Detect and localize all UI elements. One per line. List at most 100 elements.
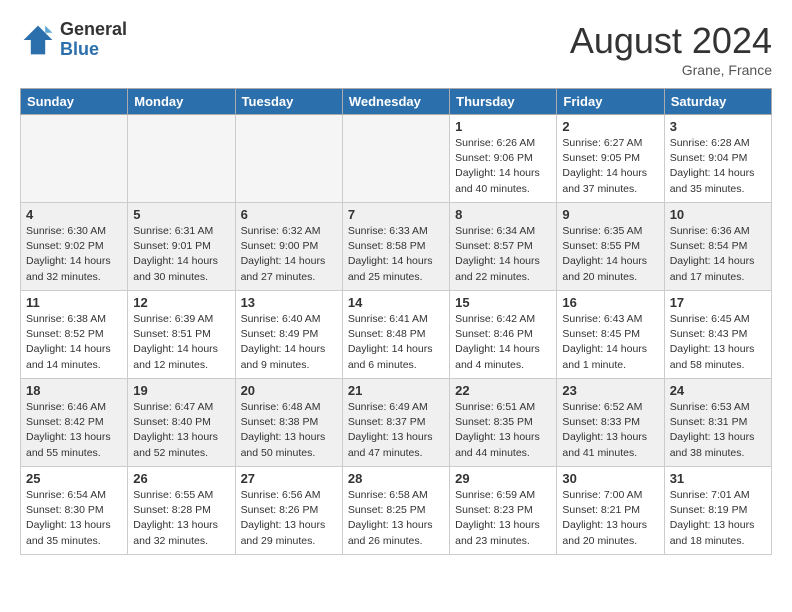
- day-info: Sunrise: 6:41 AM Sunset: 8:48 PM Dayligh…: [348, 312, 444, 373]
- calendar-week-row: 18 Sunrise: 6:46 AM Sunset: 8:42 PM Dayli…: [21, 379, 772, 467]
- day-info: Sunrise: 6:28 AM Sunset: 9:04 PM Dayligh…: [670, 136, 766, 197]
- day-info: Sunrise: 6:59 AM Sunset: 8:23 PM Dayligh…: [455, 488, 551, 549]
- day-number: 9: [562, 207, 658, 222]
- calendar-cell: 24Sunrise: 6:53 AM Sunset: 8:31 PM Dayli…: [664, 379, 771, 467]
- day-info: Sunrise: 6:48 AM Sunset: 8:38 PM Dayligh…: [241, 400, 337, 461]
- weekday-header: Sunday: [21, 89, 128, 115]
- day-info: Sunrise: 6:43 AM Sunset: 8:45 PM Dayligh…: [562, 312, 658, 373]
- calendar-cell: 12Sunrise: 6:39 AM Sunset: 8:51 PM Dayli…: [128, 291, 235, 379]
- day-number: 20: [241, 383, 337, 398]
- calendar-cell: 31 Sunrise: 7:01 AM Sunset: 8:19 PM Dayli…: [664, 467, 771, 555]
- day-info: Sunrise: 6:36 AM Sunset: 8:54 PM Dayligh…: [670, 224, 766, 285]
- calendar-table: SundayMondayTuesdayWednesdayThursdayFrid…: [20, 88, 772, 555]
- day-number: 18: [26, 383, 122, 398]
- calendar-cell: 7 Sunrise: 6:33 AM Sunset: 8:58 PM Daylig…: [342, 203, 449, 291]
- calendar-cell: 11 Sunrise: 6:38 AM Sunset: 8:52 PM Dayli…: [21, 291, 128, 379]
- day-number: 8: [455, 207, 551, 222]
- month-title: August 2024: [570, 20, 772, 62]
- day-info: Sunrise: 6:31 AM Sunset: 9:01 PM Dayligh…: [133, 224, 229, 285]
- calendar-cell: [21, 115, 128, 203]
- day-number: 1: [455, 119, 551, 134]
- calendar-cell: [342, 115, 449, 203]
- calendar-cell: [235, 115, 342, 203]
- location: Grane, France: [570, 62, 772, 78]
- calendar-cell: 5 Sunrise: 6:31 AM Sunset: 9:01 PM Daylig…: [128, 203, 235, 291]
- day-number: 15: [455, 295, 551, 310]
- day-number: 3: [670, 119, 766, 134]
- weekday-header: Monday: [128, 89, 235, 115]
- day-number: 29: [455, 471, 551, 486]
- day-info: Sunrise: 6:35 AM Sunset: 8:55 PM Dayligh…: [562, 224, 658, 285]
- calendar-week-row: 11 Sunrise: 6:38 AM Sunset: 8:52 PM Dayli…: [21, 291, 772, 379]
- calendar-cell: 30 Sunrise: 7:00 AM Sunset: 8:21 PM Dayli…: [557, 467, 664, 555]
- day-info: Sunrise: 6:42 AM Sunset: 8:46 PM Dayligh…: [455, 312, 551, 373]
- calendar-cell: 9 Sunrise: 6:35 AM Sunset: 8:55 PM Daylig…: [557, 203, 664, 291]
- weekday-header: Thursday: [450, 89, 557, 115]
- logo-general-text: General: [60, 20, 127, 40]
- day-info: Sunrise: 6:40 AM Sunset: 8:49 PM Dayligh…: [241, 312, 337, 373]
- logo: General Blue: [20, 20, 127, 60]
- calendar-cell: 3 Sunrise: 6:28 AM Sunset: 9:04 PM Daylig…: [664, 115, 771, 203]
- calendar-cell: 2 Sunrise: 6:27 AM Sunset: 9:05 PM Daylig…: [557, 115, 664, 203]
- day-info: Sunrise: 6:27 AM Sunset: 9:05 PM Dayligh…: [562, 136, 658, 197]
- calendar-cell: 22Sunrise: 6:51 AM Sunset: 8:35 PM Dayli…: [450, 379, 557, 467]
- logo-blue-text: Blue: [60, 40, 127, 60]
- day-number: 5: [133, 207, 229, 222]
- day-number: 10: [670, 207, 766, 222]
- calendar-cell: 16 Sunrise: 6:43 AM Sunset: 8:45 PM Dayli…: [557, 291, 664, 379]
- day-info: Sunrise: 6:58 AM Sunset: 8:25 PM Dayligh…: [348, 488, 444, 549]
- day-info: Sunrise: 6:46 AM Sunset: 8:42 PM Dayligh…: [26, 400, 122, 461]
- calendar-cell: 18 Sunrise: 6:46 AM Sunset: 8:42 PM Dayli…: [21, 379, 128, 467]
- day-info: Sunrise: 6:49 AM Sunset: 8:37 PM Dayligh…: [348, 400, 444, 461]
- day-number: 6: [241, 207, 337, 222]
- calendar-cell: 21Sunrise: 6:49 AM Sunset: 8:37 PM Dayli…: [342, 379, 449, 467]
- day-info: Sunrise: 7:00 AM Sunset: 8:21 PM Dayligh…: [562, 488, 658, 549]
- day-number: 11: [26, 295, 122, 310]
- day-number: 16: [562, 295, 658, 310]
- day-info: Sunrise: 6:32 AM Sunset: 9:00 PM Dayligh…: [241, 224, 337, 285]
- day-info: Sunrise: 6:45 AM Sunset: 8:43 PM Dayligh…: [670, 312, 766, 373]
- day-number: 30: [562, 471, 658, 486]
- day-info: Sunrise: 6:33 AM Sunset: 8:58 PM Dayligh…: [348, 224, 444, 285]
- calendar-cell: 1Sunrise: 6:26 AM Sunset: 9:06 PM Daylig…: [450, 115, 557, 203]
- day-number: 22: [455, 383, 551, 398]
- day-info: Sunrise: 6:54 AM Sunset: 8:30 PM Dayligh…: [26, 488, 122, 549]
- day-info: Sunrise: 6:47 AM Sunset: 8:40 PM Dayligh…: [133, 400, 229, 461]
- day-info: Sunrise: 6:30 AM Sunset: 9:02 PM Dayligh…: [26, 224, 122, 285]
- calendar-cell: 6 Sunrise: 6:32 AM Sunset: 9:00 PM Daylig…: [235, 203, 342, 291]
- day-number: 7: [348, 207, 444, 222]
- title-block: August 2024 Grane, France: [570, 20, 772, 78]
- calendar-cell: 19Sunrise: 6:47 AM Sunset: 8:40 PM Dayli…: [128, 379, 235, 467]
- day-info: Sunrise: 6:56 AM Sunset: 8:26 PM Dayligh…: [241, 488, 337, 549]
- weekday-header: Friday: [557, 89, 664, 115]
- calendar-cell: 28 Sunrise: 6:58 AM Sunset: 8:25 PM Dayli…: [342, 467, 449, 555]
- logo-icon: [20, 22, 56, 58]
- weekday-header-row: SundayMondayTuesdayWednesdayThursdayFrid…: [21, 89, 772, 115]
- day-info: Sunrise: 6:53 AM Sunset: 8:31 PM Dayligh…: [670, 400, 766, 461]
- weekday-header: Saturday: [664, 89, 771, 115]
- calendar-week-row: 25Sunrise: 6:54 AM Sunset: 8:30 PM Dayli…: [21, 467, 772, 555]
- calendar-cell: 26Sunrise: 6:55 AM Sunset: 8:28 PM Dayli…: [128, 467, 235, 555]
- day-number: 2: [562, 119, 658, 134]
- day-info: Sunrise: 7:01 AM Sunset: 8:19 PM Dayligh…: [670, 488, 766, 549]
- page-header: General Blue August 2024 Grane, France: [20, 20, 772, 78]
- day-info: Sunrise: 6:39 AM Sunset: 8:51 PM Dayligh…: [133, 312, 229, 373]
- calendar-cell: 20 Sunrise: 6:48 AM Sunset: 8:38 PM Dayli…: [235, 379, 342, 467]
- day-number: 14: [348, 295, 444, 310]
- day-number: 13: [241, 295, 337, 310]
- day-info: Sunrise: 6:38 AM Sunset: 8:52 PM Dayligh…: [26, 312, 122, 373]
- day-number: 26: [133, 471, 229, 486]
- day-number: 28: [348, 471, 444, 486]
- calendar-cell: [128, 115, 235, 203]
- day-number: 4: [26, 207, 122, 222]
- day-number: 31: [670, 471, 766, 486]
- calendar-week-row: 4 Sunrise: 6:30 AM Sunset: 9:02 PM Daylig…: [21, 203, 772, 291]
- calendar-cell: 15 Sunrise: 6:42 AM Sunset: 8:46 PM Dayli…: [450, 291, 557, 379]
- weekday-header: Wednesday: [342, 89, 449, 115]
- calendar-cell: 10 Sunrise: 6:36 AM Sunset: 8:54 PM Dayli…: [664, 203, 771, 291]
- calendar-cell: 14 Sunrise: 6:41 AM Sunset: 8:48 PM Dayli…: [342, 291, 449, 379]
- day-info: Sunrise: 6:52 AM Sunset: 8:33 PM Dayligh…: [562, 400, 658, 461]
- calendar-cell: 29 Sunrise: 6:59 AM Sunset: 8:23 PM Dayli…: [450, 467, 557, 555]
- day-info: Sunrise: 6:34 AM Sunset: 8:57 PM Dayligh…: [455, 224, 551, 285]
- calendar-cell: 27Sunrise: 6:56 AM Sunset: 8:26 PM Dayli…: [235, 467, 342, 555]
